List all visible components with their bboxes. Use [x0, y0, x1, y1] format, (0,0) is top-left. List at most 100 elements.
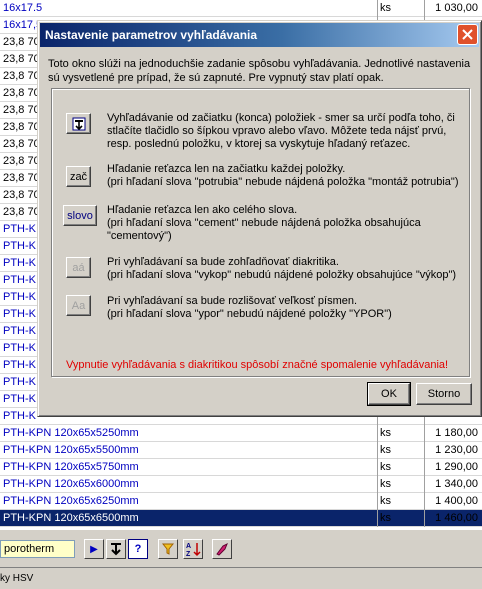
- arrow-down-bar-icon: [72, 117, 85, 130]
- column-divider: [377, 476, 378, 493]
- help-button[interactable]: ?: [128, 539, 148, 559]
- option-text-whole-word: Hľadanie reťazca len ako celého slova. (…: [107, 204, 462, 243]
- dialog-title: Nastavenie parametrov vyhľadávania: [45, 28, 258, 42]
- column-divider: [424, 493, 425, 510]
- column-divider: [424, 425, 425, 442]
- status-bar: ky HSV: [0, 567, 482, 589]
- table-row[interactable]: 16x17.5 ks 1 030,00: [0, 0, 482, 17]
- item-name: PTH-K: [3, 410, 36, 422]
- option-example-text: (pri hľadaní slova "ypor" nebudú nájdené…: [107, 308, 392, 320]
- option-text-case-sensitive: Pri vyhľadávaní sa bude rozlišovať veľko…: [107, 295, 462, 321]
- start-of-item-label: zač: [69, 170, 88, 183]
- item-price: 1 460,00: [435, 512, 478, 524]
- item-unit: ks: [380, 512, 391, 524]
- item-price: 1 400,00: [435, 495, 478, 507]
- option-text-diacritics: Pri vyhľadávaní sa bude zohľadňovať diak…: [107, 256, 462, 282]
- option-main-text: Hľadanie reťazca len ako celého slova.: [107, 204, 298, 216]
- column-divider: [424, 0, 425, 17]
- item-price: 1 230,00: [435, 444, 478, 456]
- item-name: 23,8 70: [3, 189, 40, 201]
- item-price: 1 290,00: [435, 461, 478, 473]
- diacritics-toggle[interactable]: aá: [66, 257, 91, 278]
- item-name: 23,8 70: [3, 53, 40, 65]
- item-price: 1 180,00: [435, 427, 478, 439]
- item-unit: ks: [380, 478, 391, 490]
- case-sensitive-toggle[interactable]: Aa: [66, 295, 91, 316]
- column-divider: [377, 442, 378, 459]
- item-name: PTH-KPN 120x65x6000mm: [3, 478, 139, 490]
- table-row[interactable]: PTH-KPN 120x65x6500mm ks 1 460,00: [0, 510, 482, 527]
- option-text-search-direction: Vyhľadávanie od začiatku (konca) položie…: [107, 112, 455, 150]
- item-name: 23,8 70: [3, 87, 40, 99]
- search-mode-button[interactable]: [106, 539, 126, 559]
- item-name: PTH-KPN 120x65x5500mm: [3, 444, 139, 456]
- item-name: PTH-K: [3, 359, 36, 371]
- case-sensitive-label: Aa: [71, 299, 86, 312]
- item-unit: ks: [380, 2, 391, 14]
- table-row[interactable]: PTH-KPN 120x65x5250mm ks 1 180,00: [0, 425, 482, 442]
- clear-button[interactable]: [212, 539, 232, 559]
- item-name: PTH-K: [3, 257, 36, 269]
- options-group: Vyhľadávanie od začiatku (konca) položie…: [51, 88, 470, 377]
- ok-button[interactable]: OK: [367, 382, 411, 406]
- filter-button[interactable]: [158, 539, 178, 559]
- ok-label: OK: [381, 388, 397, 400]
- close-icon: [462, 29, 473, 40]
- item-name: PTH-K: [3, 308, 36, 320]
- svg-text:A: A: [186, 543, 191, 550]
- diacritics-label: aá: [72, 261, 85, 274]
- diacritics-warning: Vypnutie vyhľadávania s diakritikou spôs…: [66, 359, 449, 371]
- item-name: PTH-K: [3, 325, 36, 337]
- cancel-label: Storno: [427, 388, 461, 400]
- column-divider: [424, 442, 425, 459]
- column-divider: [424, 476, 425, 493]
- option-example-text: (pri hľadaní slova "cement" nebude nájde…: [107, 217, 421, 242]
- option-main-text: Pri vyhľadávaní sa bude zohľadňovať diak…: [107, 256, 339, 268]
- close-button[interactable]: [457, 24, 478, 45]
- cancel-button[interactable]: Storno: [416, 383, 472, 405]
- item-name: 16x17.5: [3, 2, 43, 14]
- item-unit: ks: [380, 427, 391, 439]
- dialog-titlebar[interactable]: Nastavenie parametrov vyhľadávania: [40, 23, 479, 47]
- search-settings-dialog: Nastavenie parametrov vyhľadávania Toto …: [37, 20, 482, 417]
- column-divider: [377, 493, 378, 510]
- item-name: PTH-K: [3, 291, 36, 303]
- help-icon: ?: [134, 543, 142, 555]
- item-name: PTH-K: [3, 376, 36, 388]
- table-row[interactable]: PTH-KPN 120x65x6000mm ks 1 340,00: [0, 476, 482, 493]
- option-example-text: (pri hľadaní slova "vykop" nebudú nájden…: [107, 269, 457, 281]
- start-of-item-toggle[interactable]: zač: [66, 166, 91, 187]
- table-row[interactable]: PTH-KPN 120x65x6250mm ks 1 400,00: [0, 493, 482, 510]
- column-divider: [424, 510, 425, 527]
- search-from-start-toggle[interactable]: [66, 113, 91, 134]
- column-divider: [424, 459, 425, 476]
- item-name: 23,8 70: [3, 155, 40, 167]
- option-text-start-of-item: Hľadanie reťazca len na začiatku každej …: [107, 163, 462, 189]
- search-input[interactable]: porotherm: [0, 540, 75, 558]
- item-name: PTH-KPN 120x65x5750mm: [3, 461, 139, 473]
- item-unit: ks: [380, 495, 391, 507]
- item-name: PTH-K: [3, 240, 36, 252]
- item-unit: ks: [380, 444, 391, 456]
- search-forward-button[interactable]: ▶: [84, 539, 104, 559]
- column-divider: [377, 510, 378, 527]
- item-unit: ks: [380, 461, 391, 473]
- option-main-text: Hľadanie reťazca len na začiatku každej …: [107, 163, 346, 175]
- whole-word-toggle[interactable]: slovo: [63, 205, 97, 226]
- item-name: PTH-K: [3, 274, 36, 286]
- item-name: 23,8 70: [3, 36, 40, 48]
- table-row[interactable]: PTH-KPN 120x65x5500mm ks 1 230,00: [0, 442, 482, 459]
- bottom-toolbar: porotherm ▶ ? AZ: [0, 529, 482, 567]
- item-name: PTH-KPN 120x65x5250mm: [3, 427, 139, 439]
- item-name: 23,8 70: [3, 70, 40, 82]
- item-name: 23,8 70: [3, 172, 40, 184]
- dialog-intro-text: Toto okno slúži na jednoduchšie zadanie …: [48, 58, 471, 84]
- svg-text:Z: Z: [186, 551, 191, 557]
- sort-button[interactable]: AZ: [183, 539, 203, 559]
- filter-icon: [162, 543, 174, 555]
- item-name: PTH-K: [3, 393, 36, 405]
- sort-az-icon: AZ: [186, 543, 201, 557]
- table-row[interactable]: PTH-KPN 120x65x5750mm ks 1 290,00: [0, 459, 482, 476]
- item-name: 23,8 70: [3, 138, 40, 150]
- item-price: 1 340,00: [435, 478, 478, 490]
